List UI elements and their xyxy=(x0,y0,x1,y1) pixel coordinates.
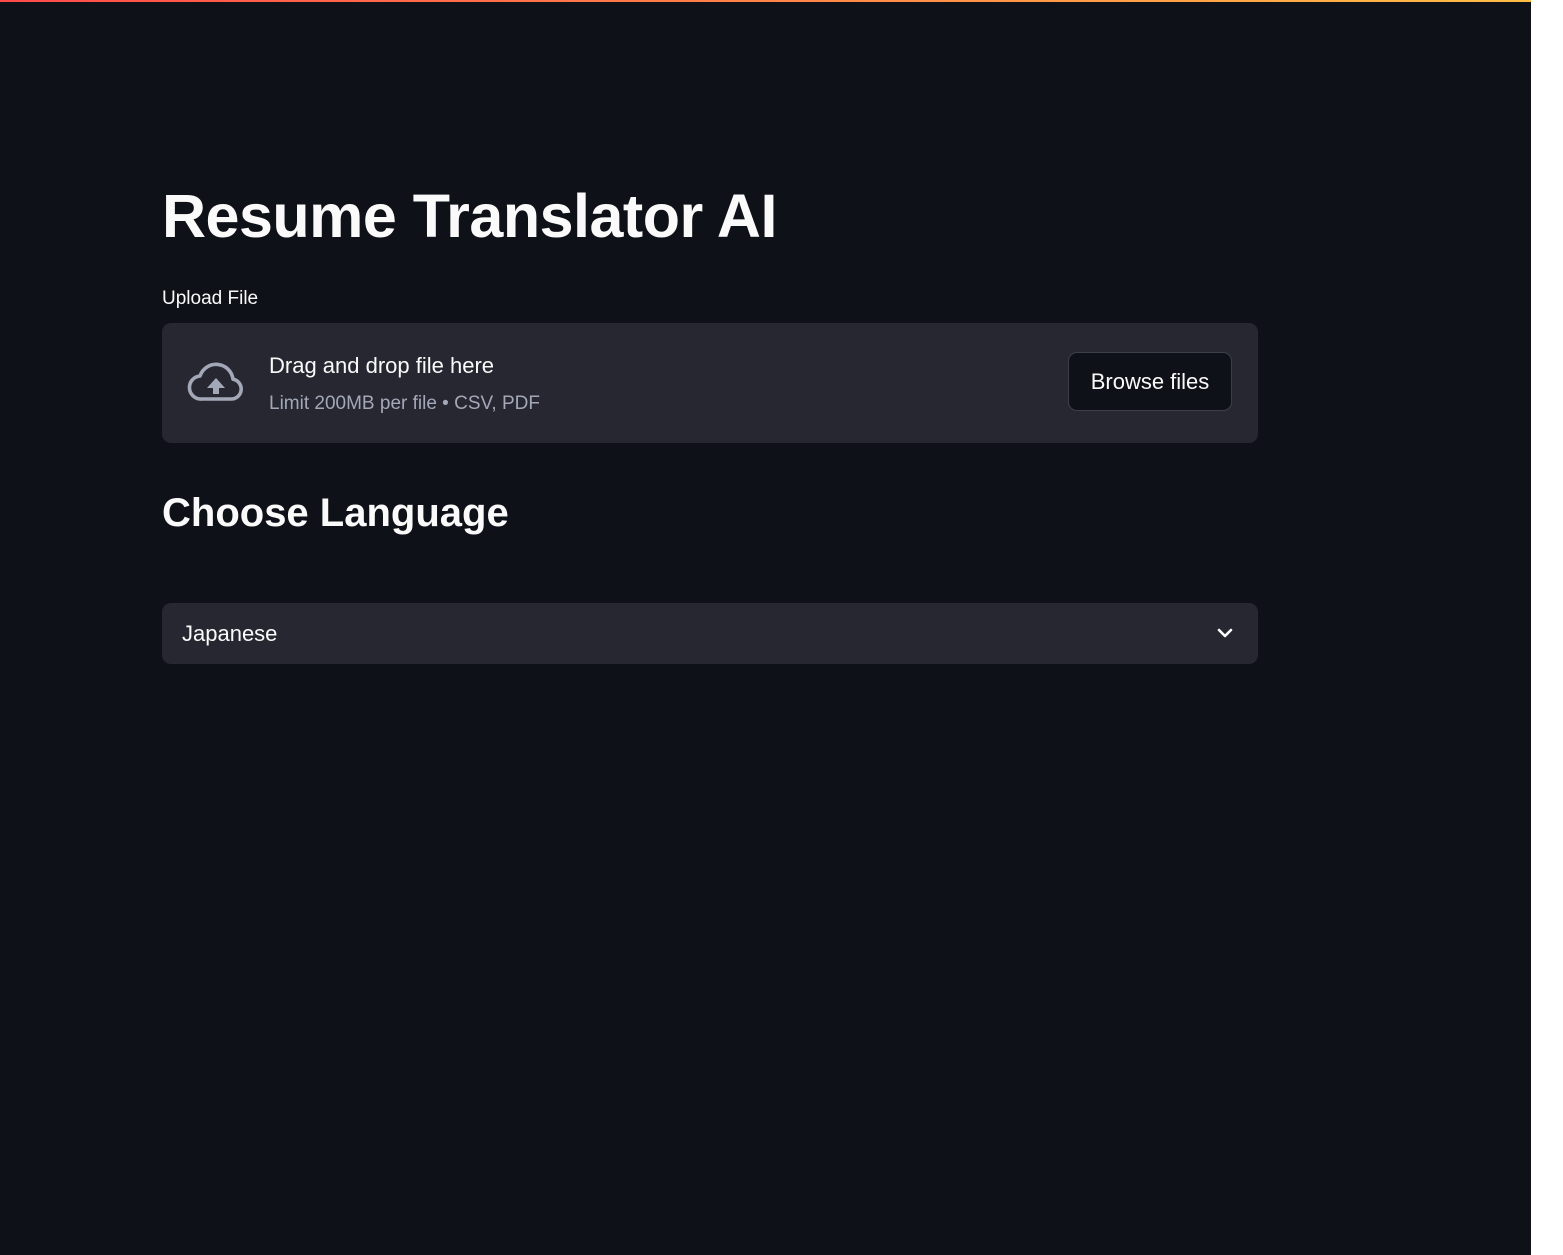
dropzone-limit-text: Limit 200MB per file • CSV, PDF xyxy=(269,393,540,414)
language-select[interactable]: Japanese xyxy=(162,603,1258,664)
upload-label: Upload File xyxy=(162,288,259,309)
choose-language-heading: Choose Language xyxy=(162,491,509,535)
top-decoration-bar xyxy=(0,0,1531,2)
cloud-upload-icon xyxy=(187,362,243,401)
app-container: Resume Translator AI Upload File Drag an… xyxy=(0,0,1531,1255)
page-title: Resume Translator AI xyxy=(162,182,777,250)
language-select-value: Japanese xyxy=(182,621,278,646)
chevron-down-icon xyxy=(1217,628,1233,638)
dropzone-instructions: Drag and drop file here xyxy=(269,353,495,378)
file-dropzone[interactable]: Drag and drop file here Limit 200MB per … xyxy=(162,323,1258,443)
browse-files-button[interactable]: Browse files xyxy=(1068,352,1232,411)
